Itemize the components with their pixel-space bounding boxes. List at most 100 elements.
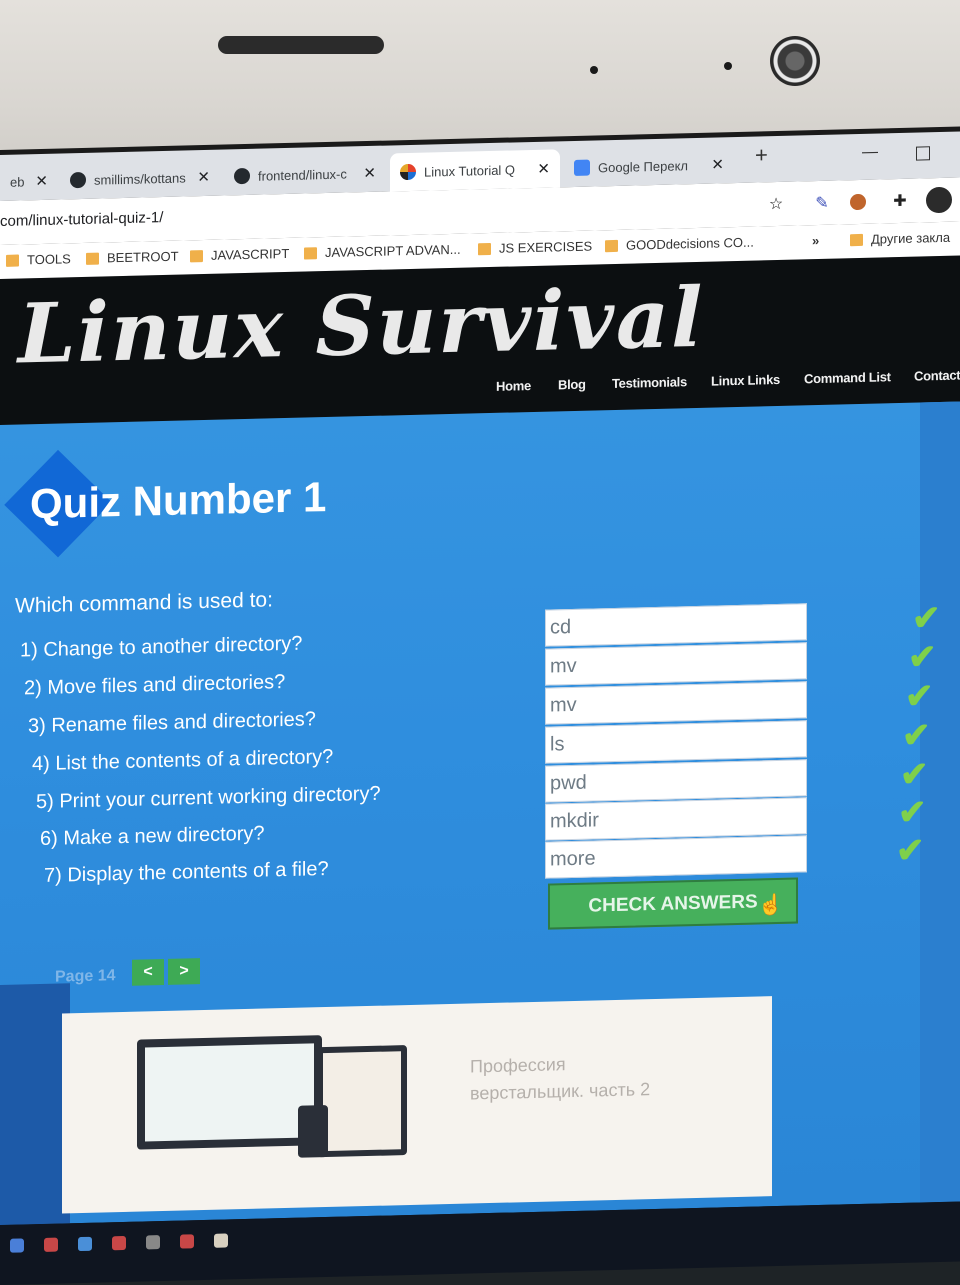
close-icon[interactable]: ✕	[197, 168, 210, 186]
app-icon[interactable]	[44, 1237, 58, 1252]
nav-testimonials[interactable]: Testimonials	[612, 374, 687, 391]
answer-field-6[interactable]: mkdir	[545, 797, 807, 841]
checkmark-icon: ✔	[896, 831, 925, 871]
nav-command-list[interactable]: Command List	[804, 369, 891, 386]
nav-home[interactable]: Home	[496, 378, 531, 394]
tab-label: Google Перекл	[598, 157, 688, 175]
bookmark-label: GOODdecisions CO...	[626, 234, 754, 253]
ad-banner[interactable]: Профессия верстальщик. часть 2	[62, 996, 772, 1214]
checkmark-icon: ✔	[900, 755, 929, 795]
answer-field-7[interactable]: more	[545, 835, 807, 879]
app-icon[interactable]	[146, 1235, 160, 1250]
answer-field-3[interactable]: mv	[545, 681, 807, 725]
start-icon[interactable]	[10, 1238, 24, 1253]
close-icon[interactable]: ✕	[537, 160, 550, 178]
bookmark-label: JS EXERCISES	[499, 238, 593, 256]
nav-blog[interactable]: Blog	[558, 377, 586, 393]
cookie-extension-icon[interactable]	[850, 193, 866, 211]
bookmark-tools[interactable]: TOOLS	[6, 251, 71, 268]
github-icon	[234, 167, 250, 185]
tab-github-kottans[interactable]: smillims/kottans ✕	[60, 158, 220, 200]
folder-icon	[605, 239, 618, 252]
star-icon[interactable]: ☆	[766, 194, 786, 214]
tablet-mockup-image	[317, 1045, 407, 1158]
question-5: 5) Print your current working directory?	[36, 782, 381, 814]
tab-label: smillims/kottans	[94, 169, 186, 188]
bookmark-beetroot[interactable]: BEETROOT	[86, 249, 179, 266]
hand-cursor-icon: ☝	[758, 893, 783, 917]
folder-icon	[478, 242, 491, 255]
screen: eb ✕ smillims/kottans ✕ frontend/linux-c…	[0, 126, 960, 1285]
bookmark-label: Другие закла	[871, 229, 951, 247]
laptop-mockup-image	[137, 1035, 322, 1150]
new-tab-button[interactable]: +	[755, 142, 768, 168]
tab-linux-tutorial[interactable]: Linux Tutorial Q ✕	[390, 149, 560, 192]
close-icon[interactable]: ✕	[35, 172, 48, 190]
tab-web[interactable]: eb ✕	[0, 162, 58, 201]
site-logo[interactable]: Linux Survival	[18, 270, 704, 383]
folder-icon	[86, 252, 99, 265]
avatar[interactable]	[926, 186, 952, 214]
tab-label: frontend/linux-c	[258, 166, 347, 184]
question-7: 7) Display the contents of a file?	[44, 857, 329, 887]
nav-contact[interactable]: Contact	[914, 368, 960, 384]
page-edge-left	[0, 983, 70, 1225]
question-4: 4) List the contents of a directory?	[32, 745, 334, 776]
bookmark-label: JAVASCRIPT ADVAN...	[325, 241, 461, 261]
bookmark-javascript-advanced[interactable]: JAVASCRIPT ADVAN...	[304, 242, 461, 261]
folder-icon	[6, 254, 19, 267]
sensor-dot	[724, 62, 732, 70]
bookmark-label: JAVASCRIPT	[211, 245, 290, 263]
checkmark-icon: ✔	[902, 716, 931, 755]
app-icon[interactable]	[78, 1236, 92, 1252]
question-3: 3) Rename files and directories?	[28, 708, 316, 738]
url-field[interactable]: com/linux-tutorial-quiz-1/	[0, 209, 163, 230]
folder-icon	[304, 246, 317, 260]
answer-field-4[interactable]: ls	[545, 720, 807, 764]
checkmark-icon: ✔	[908, 638, 937, 677]
nav-linux-links[interactable]: Linux Links	[711, 372, 780, 389]
question-2: 2) Move files and directories?	[24, 671, 286, 700]
question-1: 1) Change to another directory?	[20, 632, 303, 662]
next-page-button[interactable]: >	[168, 958, 200, 985]
github-icon	[70, 171, 86, 189]
prev-page-button[interactable]: <	[132, 958, 164, 986]
bookmark-javascript[interactable]: JAVASCRIPT	[190, 246, 289, 263]
close-icon[interactable]: ✕	[363, 164, 376, 182]
bookmark-label: TOOLS	[27, 251, 71, 268]
page-title: Quiz Number 1	[30, 473, 327, 528]
sensor-dot	[590, 66, 598, 74]
other-bookmarks[interactable]: Другие закла	[850, 230, 950, 247]
bookmark-label: BEETROOT	[107, 248, 179, 266]
bookmarks-overflow-button[interactable]: »	[812, 233, 819, 248]
app-icon[interactable]	[180, 1234, 194, 1249]
google-translate-icon	[574, 159, 590, 176]
ad-text: Профессия верстальщик. часть 2	[470, 1049, 650, 1107]
puzzle-extensions-icon[interactable]: ✚	[890, 191, 910, 211]
question-lead: Which command is used to:	[15, 588, 273, 618]
close-icon[interactable]: ✕	[711, 155, 724, 173]
folder-icon	[850, 233, 863, 246]
answer-field-5[interactable]: pwd	[545, 759, 807, 803]
tab-github-frontend[interactable]: frontend/linux-c ✕	[224, 154, 386, 196]
checkmark-icon: ✔	[912, 599, 941, 638]
app-icon[interactable]	[112, 1235, 126, 1251]
tab-label: Linux Tutorial Q	[424, 161, 516, 180]
checkmark-icon: ✔	[905, 677, 934, 716]
linux-survival-icon	[400, 163, 416, 181]
bookmark-gooddecisions[interactable]: GOODdecisions CO...	[605, 235, 754, 254]
tab-google-translate[interactable]: Google Перекл ✕	[564, 145, 734, 187]
ad-line-2: верстальщик. часть 2	[470, 1079, 651, 1104]
answer-field-1[interactable]: cd	[545, 603, 807, 647]
speaker-grille	[218, 36, 384, 54]
minimize-icon[interactable]: —	[862, 144, 878, 162]
answer-field-2[interactable]: mv	[545, 642, 807, 686]
tab-label: eb	[10, 173, 25, 190]
phone-mockup-image	[298, 1104, 328, 1158]
app-icon[interactable]	[214, 1233, 228, 1248]
site-header: Linux Survival Home Blog Testimonials Li…	[0, 255, 960, 425]
maximize-icon[interactable]	[916, 146, 930, 161]
bookmark-js-exercises[interactable]: JS EXERCISES	[478, 239, 592, 257]
pen-extension-icon[interactable]: ✎	[812, 193, 832, 213]
page-label: Page 14	[55, 967, 116, 986]
